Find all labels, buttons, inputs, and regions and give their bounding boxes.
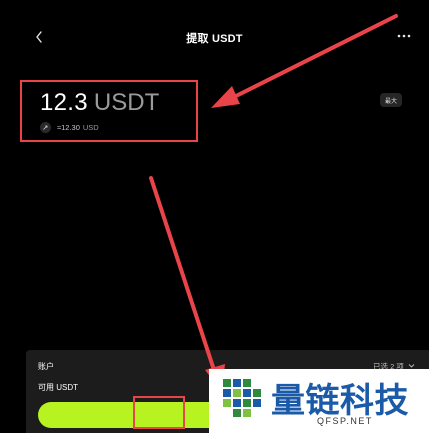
- max-button[interactable]: 最大: [380, 93, 402, 107]
- watermark-title: 量链科技: [271, 381, 409, 421]
- available-label: 可用 USDT: [38, 383, 78, 392]
- more-dots-icon: [393, 32, 415, 49]
- amount-value: 12.3: [40, 89, 88, 116]
- amount-highlight-box: 12.3 USDT ≈12.30 USD: [20, 80, 198, 142]
- amount-unit: USDT: [93, 89, 160, 116]
- arrow-to-button: [149, 176, 216, 372]
- swap-icon[interactable]: [40, 122, 51, 133]
- watermark: 量链科技 QFSP.NET: [209, 369, 429, 433]
- fiat-value: ≈12.30: [57, 123, 80, 132]
- button-highlight-box: [133, 396, 185, 429]
- arrowhead-amount: [211, 86, 240, 108]
- header: 提取 USDT: [0, 0, 429, 76]
- more-button[interactable]: [393, 27, 415, 45]
- watermark-domain: QFSP.NET: [317, 416, 373, 426]
- account-label: 账户: [38, 362, 54, 371]
- app-screen: 提取 USDT 12.3 USDT ≈12.30 USD 最大 账户 已选 2 …: [0, 0, 429, 433]
- fiat-unit: USD: [82, 123, 99, 132]
- logo-icon: [221, 377, 267, 428]
- amount-display[interactable]: 12.3 USDT: [40, 88, 159, 121]
- page-title: 提取 USDT: [186, 33, 243, 45]
- fiat-equivalent: ≈12.30 USD: [40, 122, 99, 133]
